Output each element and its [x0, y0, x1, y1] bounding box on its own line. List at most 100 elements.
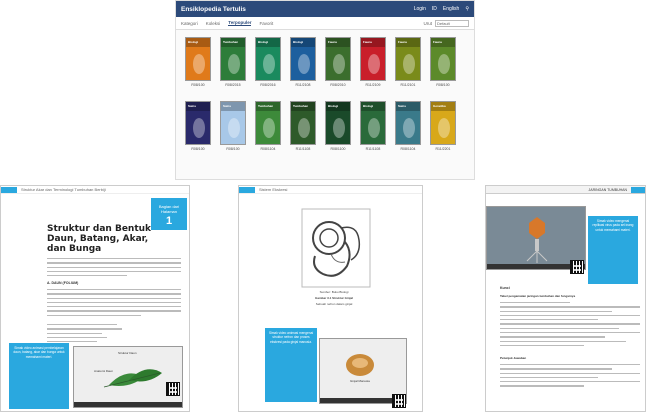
- book-caption: R11/1108: [365, 147, 381, 151]
- book-title: Biologi: [293, 40, 304, 44]
- cover-art: [263, 118, 275, 138]
- book-caption: R08/100: [226, 147, 240, 151]
- book-cover[interactable]: Sains R08/1104: [394, 101, 422, 156]
- language-id-link[interactable]: ID: [432, 6, 437, 12]
- chapter-title: Struktur dan Bentuk Daun, Batang, Akar, …: [47, 224, 152, 254]
- question-heading: Tabel pengamatan jaringan tumbuhan dan f…: [500, 294, 576, 298]
- cover-art: [228, 54, 240, 74]
- book-caption: R11/2201: [435, 147, 451, 151]
- tab-koleksi[interactable]: Koleksi: [206, 21, 221, 26]
- book-caption: R08/1104: [400, 147, 416, 151]
- book-cover-image[interactable]: Fauna: [430, 37, 456, 81]
- book-cover[interactable]: Biologi R08/2016: [254, 37, 282, 92]
- book-caption: R08/100: [191, 147, 205, 151]
- book-cover-image[interactable]: Biologi: [325, 101, 351, 145]
- tab-kategori[interactable]: Kategori: [181, 21, 198, 26]
- library-window: Ensiklopedia Tertulis Login ID English ⚲…: [175, 0, 475, 180]
- book-cover-image[interactable]: Fauna: [325, 37, 351, 81]
- page-header: JARINGAN TUMBUHAN: [486, 186, 645, 194]
- book-title: Tumbuhan: [293, 104, 309, 108]
- sort-select[interactable]: Default: [435, 19, 469, 27]
- nephron-diagram: [301, 208, 371, 288]
- library-topbar: Ensiklopedia Tertulis Login ID English ⚲: [176, 1, 474, 17]
- book-cover-image[interactable]: Fauna: [360, 37, 386, 81]
- tab-terpopuler[interactable]: Terpopuler: [228, 20, 252, 26]
- login-link[interactable]: Login: [414, 6, 426, 12]
- book-cover[interactable]: Tumbuhan R11/1108: [289, 101, 317, 156]
- book-title: Sains: [398, 104, 407, 108]
- header-accent: [239, 187, 255, 193]
- cover-art: [438, 54, 450, 74]
- cover-art: [228, 118, 240, 138]
- book-cover[interactable]: Biologi R11/2108: [289, 37, 317, 92]
- book-cover-image[interactable]: Tumbuhan: [220, 37, 246, 81]
- book-cover[interactable]: Tumbuhan R08/1104: [254, 101, 282, 156]
- book-cover[interactable]: Fauna R11/2109: [359, 37, 387, 92]
- body-text: [47, 258, 181, 279]
- book-title: Fauna: [433, 40, 442, 44]
- book-caption: R08/1100: [330, 147, 346, 151]
- book-cover-image[interactable]: Tumbuhan: [290, 101, 316, 145]
- video-note: Simak video animasi pembelajaran daun, b…: [9, 343, 69, 409]
- cover-art: [298, 54, 310, 74]
- book-title: Genetika: [433, 104, 446, 108]
- book-cover[interactable]: Fauna R08/100: [429, 37, 457, 92]
- sort-label: Urut: [423, 20, 432, 26]
- book-cover[interactable]: Fauna R11/2101: [394, 37, 422, 92]
- book-cover-image[interactable]: Sains: [395, 101, 421, 145]
- video-caption: Ginjal Manusia: [350, 379, 370, 383]
- book-cover[interactable]: Biologi R11/1108: [359, 101, 387, 156]
- page-header-text: JARINGAN TUMBUHAN: [588, 188, 627, 192]
- book-cover[interactable]: Genetika R11/2201: [429, 101, 457, 156]
- book-title: Biologi: [258, 40, 269, 44]
- book-cover[interactable]: Sains R08/100: [219, 101, 247, 156]
- book-caption: R11/2101: [400, 83, 416, 87]
- book-title: Sains: [188, 104, 197, 108]
- book-cover-image[interactable]: Sains: [220, 101, 246, 145]
- tab-favorit[interactable]: Favorit: [259, 21, 273, 26]
- book-caption: R08/2016: [260, 83, 276, 87]
- video-player[interactable]: Struktur Daun Anatomi Daun: [73, 346, 183, 408]
- video-caption: Anatomi Daun: [94, 369, 114, 373]
- video-controls[interactable]: [74, 402, 182, 407]
- book-caption: R11/1108: [295, 147, 311, 151]
- textbook-page-2: Sistem Ekskresi Sumber: Buku Biologi Gam…: [238, 185, 423, 412]
- book-cover-image[interactable]: Biologi: [185, 37, 211, 81]
- page-header-text: Sistem Ekskresi: [259, 187, 288, 192]
- book-grid: Biologi R08/100 Tumbuhan R08/2015 Biologi R08…: [184, 37, 468, 156]
- book-title: Fauna: [328, 40, 337, 44]
- book-cover[interactable]: Tumbuhan R08/2015: [219, 37, 247, 92]
- video-note: Simak video animasi mengenai struktur ne…: [265, 328, 317, 402]
- qr-code: [166, 382, 180, 396]
- book-cover[interactable]: Biologi R08/100: [184, 37, 212, 92]
- book-cover[interactable]: Biologi R08/1100: [324, 101, 352, 156]
- book-cover[interactable]: Sains R08/100: [184, 101, 212, 156]
- figure-description: Sebuah nefron dalam ginjal: [315, 302, 353, 306]
- book-title: Fauna: [363, 40, 372, 44]
- language-en-link[interactable]: English: [443, 6, 459, 12]
- chapter-label: Bagian dari Halaman: [158, 204, 180, 214]
- book-cover-image[interactable]: Biologi: [290, 37, 316, 81]
- virus-illustration: [526, 217, 548, 263]
- cover-art: [368, 54, 380, 74]
- book-cover-image[interactable]: Genetika: [430, 101, 456, 145]
- book-cover-image[interactable]: Sains: [185, 101, 211, 145]
- book-caption: R08/100: [436, 83, 450, 87]
- kidney-illustration: [346, 354, 374, 376]
- section-heading: A. DAUN (FOLIUM): [47, 281, 79, 285]
- book-cover-image[interactable]: Fauna: [395, 37, 421, 81]
- book-cover-image[interactable]: Tumbuhan: [255, 101, 281, 145]
- cover-art: [438, 118, 450, 138]
- book-cover-image[interactable]: Biologi: [360, 101, 386, 145]
- search-icon[interactable]: ⚲: [465, 6, 469, 12]
- cover-art: [403, 54, 415, 74]
- library-tabs: Kategori Koleksi Terpopuler Favorit Urut…: [176, 17, 474, 30]
- book-title: Biologi: [363, 104, 374, 108]
- book-cover-image[interactable]: Biologi: [255, 37, 281, 81]
- qr-code: [392, 394, 406, 408]
- answer-heading: Petunjuk Jawaban: [500, 356, 527, 360]
- book-cover[interactable]: Fauna R08/2010: [324, 37, 352, 92]
- book-title: Biologi: [188, 40, 199, 44]
- video-note: Simak video mengenai replikasi virus pad…: [588, 216, 638, 284]
- book-caption: R08/2015: [225, 83, 241, 87]
